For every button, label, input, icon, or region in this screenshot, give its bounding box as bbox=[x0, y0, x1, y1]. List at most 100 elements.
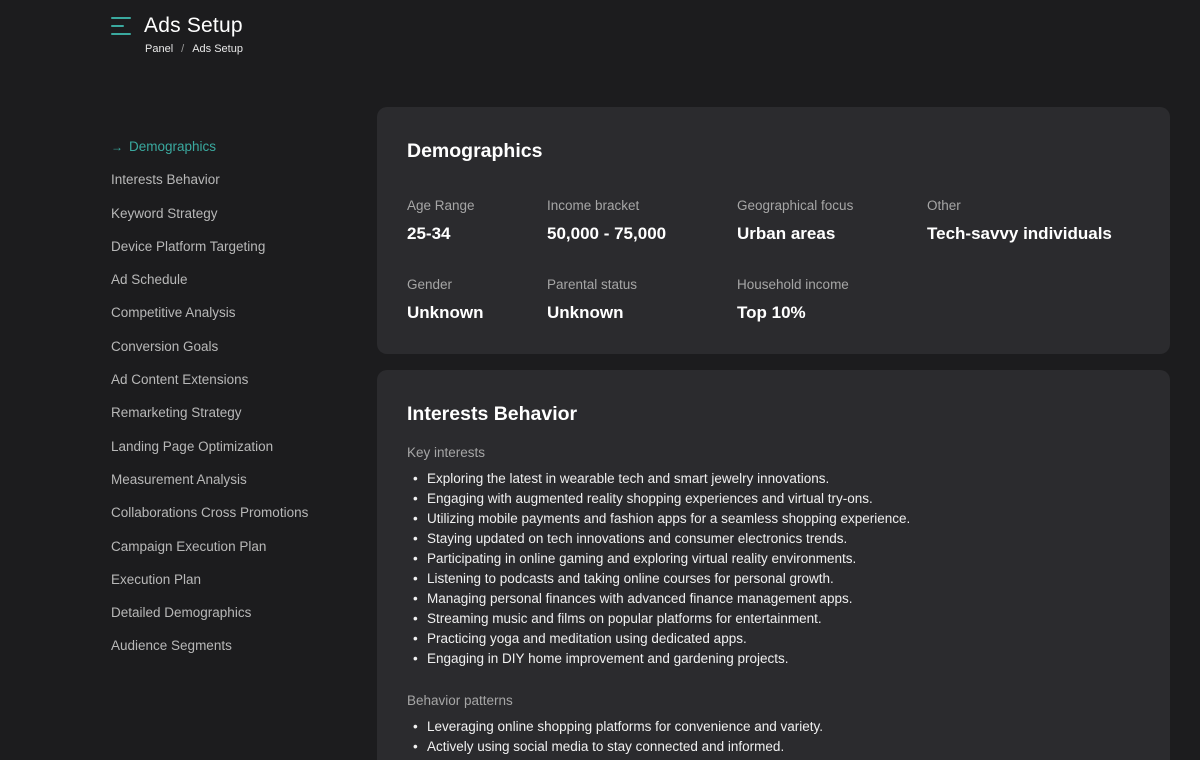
list-item-text: Engaging with augmented reality shopping… bbox=[427, 491, 873, 506]
income-bracket-value: 50,000 - 75,000 bbox=[547, 224, 667, 243]
sidebar-item-landing-page-optimization[interactable]: Landing Page Optimization bbox=[111, 438, 361, 471]
sidebar-item-demographics[interactable]: → Demographics bbox=[111, 138, 361, 171]
geo-focus-label: Geographical focus bbox=[737, 198, 854, 213]
gender-value: Unknown bbox=[407, 303, 484, 322]
list-item-text: Leveraging online shopping platforms for… bbox=[427, 719, 823, 734]
sidebar-item-collaborations-cross-promotions[interactable]: Collaborations Cross Promotions bbox=[111, 504, 361, 537]
breadcrumb-panel-link[interactable]: Panel bbox=[145, 43, 173, 55]
parental-status-value: Unknown bbox=[547, 303, 624, 322]
list-item-text: Practicing yoga and meditation using ded… bbox=[427, 631, 747, 646]
behavior-patterns-label: Behavior patterns bbox=[407, 693, 513, 708]
title-row: Ads Setup bbox=[111, 14, 243, 38]
age-range-value: 25-34 bbox=[407, 224, 451, 243]
sidebar-item-label: Ad Content Extensions bbox=[111, 372, 249, 388]
sidebar-item-campaign-execution-plan[interactable]: Campaign Execution Plan bbox=[111, 538, 361, 571]
demographics-card: Demographics Age Range 25-34 Income brac… bbox=[377, 107, 1170, 354]
geo-focus-value: Urban areas bbox=[737, 224, 836, 243]
sidebar-item-device-platform-targeting[interactable]: Device Platform Targeting bbox=[111, 238, 361, 271]
sidebar-item-interests-behavior[interactable]: Interests Behavior bbox=[111, 171, 361, 204]
hamburger-menu-icon[interactable] bbox=[111, 17, 131, 35]
bullet-icon: • bbox=[413, 491, 418, 506]
bullet-icon: • bbox=[413, 471, 418, 486]
sidebar-item-execution-plan[interactable]: Execution Plan bbox=[111, 571, 361, 604]
household-income-field: Household income Top 10% bbox=[737, 277, 849, 323]
age-range-field: Age Range 25-34 bbox=[407, 198, 475, 244]
bullet-icon: • bbox=[413, 591, 418, 606]
key-interests-list: • Exploring the latest in wearable tech a… bbox=[407, 469, 910, 669]
sidebar-item-label: Device Platform Targeting bbox=[111, 238, 266, 254]
gender-label: Gender bbox=[407, 277, 453, 292]
list-item: • Utilizing mobile payments and fashion a… bbox=[407, 509, 910, 529]
sidebar-item-keyword-strategy[interactable]: Keyword Strategy bbox=[111, 205, 361, 238]
list-item-text: Participating in online gaming and explo… bbox=[427, 551, 857, 566]
household-income-value: Top 10% bbox=[737, 303, 806, 322]
sidebar-item-label: Remarketing Strategy bbox=[111, 405, 242, 421]
breadcrumb-current: Ads Setup bbox=[192, 43, 243, 55]
arrow-right-icon: → bbox=[111, 140, 123, 154]
breadcrumb: Panel / Ads Setup bbox=[145, 43, 243, 55]
income-bracket-field: Income bracket 50,000 - 75,000 bbox=[547, 198, 666, 244]
sidebar-item-label: Campaign Execution Plan bbox=[111, 538, 267, 554]
bullet-icon: • bbox=[413, 719, 418, 734]
sidebar-item-label: Detailed Demographics bbox=[111, 605, 252, 621]
other-field: Other Tech-savvy individuals bbox=[927, 198, 1112, 244]
sidebar-item-label: Measurement Analysis bbox=[111, 471, 247, 487]
list-item-text: Listening to podcasts and taking online … bbox=[427, 571, 834, 586]
sidebar-item-label: Conversion Goals bbox=[111, 338, 219, 354]
sidebar-item-competitive-analysis[interactable]: Competitive Analysis bbox=[111, 304, 361, 337]
sidebar-item-detailed-demographics[interactable]: Detailed Demographics bbox=[111, 604, 361, 637]
bullet-icon: • bbox=[413, 631, 418, 646]
key-interests-label: Key interests bbox=[407, 445, 486, 460]
list-item-text: Utilizing mobile payments and fashion ap… bbox=[427, 511, 911, 526]
interests-behavior-card: Interests Behavior Key interests • Explor… bbox=[377, 370, 1170, 760]
list-item-text: Engaging in DIY home improvement and gar… bbox=[427, 651, 789, 666]
menu-icon-bar bbox=[111, 25, 124, 27]
gender-field: Gender Unknown bbox=[407, 277, 484, 323]
other-value: Tech-savvy individuals bbox=[927, 224, 1112, 243]
sidebar-item-measurement-analysis[interactable]: Measurement Analysis bbox=[111, 471, 361, 504]
sidebar-item-label: Audience Segments bbox=[111, 638, 232, 654]
bullet-icon: • bbox=[413, 551, 418, 566]
sidebar-item-conversion-goals[interactable]: Conversion Goals bbox=[111, 338, 361, 371]
bullet-icon: • bbox=[413, 531, 418, 546]
sidebar-item-label: Competitive Analysis bbox=[111, 305, 236, 321]
list-item-text: Exploring the latest in wearable tech an… bbox=[427, 471, 830, 486]
menu-icon-bar bbox=[111, 33, 131, 35]
parental-status-field: Parental status Unknown bbox=[547, 277, 637, 323]
menu-icon-bar bbox=[111, 17, 131, 19]
list-item-text: Actively using social media to stay conn… bbox=[427, 739, 785, 754]
parental-status-label: Parental status bbox=[547, 277, 638, 292]
page: Ads Setup Panel / Ads Setup → Demographic… bbox=[0, 0, 1200, 760]
sidebar-item-label: Interests Behavior bbox=[111, 172, 220, 188]
list-item: • Leveraging online shopping platforms fo… bbox=[407, 717, 823, 737]
bullet-icon: • bbox=[413, 611, 418, 626]
sidebar-item-remarketing-strategy[interactable]: Remarketing Strategy bbox=[111, 404, 361, 437]
sidebar-item-label: Landing Page Optimization bbox=[111, 438, 274, 454]
sidebar-item-label: Collaborations Cross Promotions bbox=[111, 505, 309, 521]
age-range-label: Age Range bbox=[407, 198, 475, 213]
bullet-icon: • bbox=[413, 739, 418, 754]
list-item-text: Streaming music and films on popular pla… bbox=[427, 611, 822, 626]
list-item: • Participating in online gaming and expl… bbox=[407, 549, 910, 569]
sidebar-item-ad-content-extensions[interactable]: Ad Content Extensions bbox=[111, 371, 361, 404]
list-item: • Streaming music and films on popular pl… bbox=[407, 609, 910, 629]
sidebar-item-label: Keyword Strategy bbox=[111, 205, 218, 221]
bullet-icon: • bbox=[413, 511, 418, 526]
bullet-icon: • bbox=[413, 651, 418, 666]
list-item: • Listening to podcasts and taking online… bbox=[407, 569, 910, 589]
demographics-title: Demographics bbox=[407, 140, 543, 162]
sidebar-item-label: Execution Plan bbox=[111, 571, 202, 587]
list-item: • Practicing yoga and meditation using de… bbox=[407, 629, 910, 649]
list-item-text: Staying updated on tech innovations and … bbox=[427, 531, 848, 546]
sidebar-item-label: Demographics bbox=[129, 139, 217, 154]
list-item: • Engaging in DIY home improvement and ga… bbox=[407, 649, 910, 669]
household-income-label: Household income bbox=[737, 277, 849, 292]
list-item: • Exploring the latest in wearable tech a… bbox=[407, 469, 910, 489]
sidebar-item-ad-schedule[interactable]: Ad Schedule bbox=[111, 271, 361, 304]
sidebar-nav: → Demographics Interests Behavior Keyword S… bbox=[111, 138, 361, 671]
page-title: Ads Setup bbox=[144, 14, 243, 37]
other-label: Other bbox=[927, 198, 961, 213]
sidebar-item-audience-segments[interactable]: Audience Segments bbox=[111, 637, 361, 670]
geo-focus-field: Geographical focus Urban areas bbox=[737, 198, 853, 244]
behavior-patterns-list: • Leveraging online shopping platforms fo… bbox=[407, 717, 823, 757]
